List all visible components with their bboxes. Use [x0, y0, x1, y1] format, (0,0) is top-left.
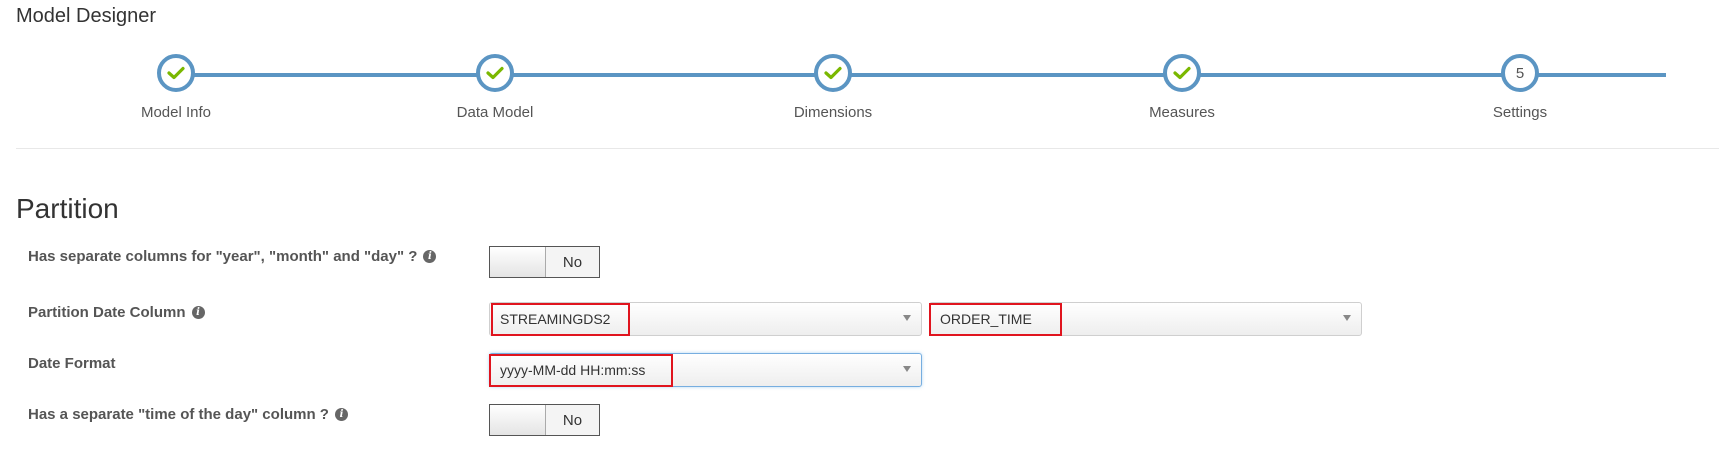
highlight-box [489, 354, 673, 387]
partition-section-title: Partition [16, 193, 119, 224]
toggle-state: No [546, 405, 599, 435]
info-icon[interactable]: i [423, 250, 437, 263]
check-icon [167, 66, 185, 80]
separate-columns-label: Has separate columns for "year", "month"… [28, 248, 437, 265]
chevron-down-icon [1343, 315, 1351, 321]
highlight-box [491, 303, 630, 336]
partition-date-column-label: Partition Date Column i [28, 304, 205, 321]
step-label: Model Info [140, 104, 212, 121]
wizard-step-data-model[interactable]: Data Model [418, 54, 578, 134]
step-label: Settings [1492, 104, 1548, 121]
wizard-step-model-info[interactable]: Model Info [99, 54, 259, 134]
model-designer-page: Model Designer Model Info Data Model Dim… [0, 0, 1719, 453]
wizard-steps: Model Info Data Model Dimensions Measure… [0, 0, 1719, 150]
date-format-label-text: Date Format [28, 355, 116, 372]
info-icon[interactable]: i [334, 408, 348, 421]
step-circle [1163, 54, 1201, 92]
wizard-step-settings[interactable]: 5 Settings [1443, 54, 1603, 134]
partition-date-column-label-text: Partition Date Column [28, 304, 186, 321]
step-label: Measures [1149, 104, 1215, 121]
step-circle [157, 54, 195, 92]
check-icon [486, 66, 504, 80]
time-column-label: Has a separate "time of the day" column … [28, 406, 348, 423]
step-number: 5 [1515, 64, 1525, 82]
check-icon [824, 66, 842, 80]
toggle-state: No [546, 247, 599, 277]
step-label: Dimensions [793, 104, 873, 121]
step-circle [476, 54, 514, 92]
wizard-divider [16, 148, 1719, 149]
check-icon [1173, 66, 1191, 80]
step-circle: 5 [1501, 54, 1539, 92]
chevron-down-icon [903, 366, 911, 372]
toggle-knob [490, 247, 546, 277]
wizard-step-measures[interactable]: Measures [1105, 54, 1265, 134]
step-circle [814, 54, 852, 92]
step-label: Data Model [456, 104, 534, 121]
info-icon[interactable]: i [191, 306, 205, 319]
time-column-toggle[interactable]: No [489, 404, 600, 436]
time-column-label-text: Has a separate "time of the day" column … [28, 406, 329, 423]
chevron-down-icon [903, 315, 911, 321]
wizard-step-dimensions[interactable]: Dimensions [756, 54, 916, 134]
separate-columns-toggle[interactable]: No [489, 246, 600, 278]
date-format-label: Date Format [28, 355, 116, 372]
separate-columns-label-text: Has separate columns for "year", "month"… [28, 248, 418, 265]
toggle-knob [490, 405, 546, 435]
highlight-box [929, 303, 1062, 336]
